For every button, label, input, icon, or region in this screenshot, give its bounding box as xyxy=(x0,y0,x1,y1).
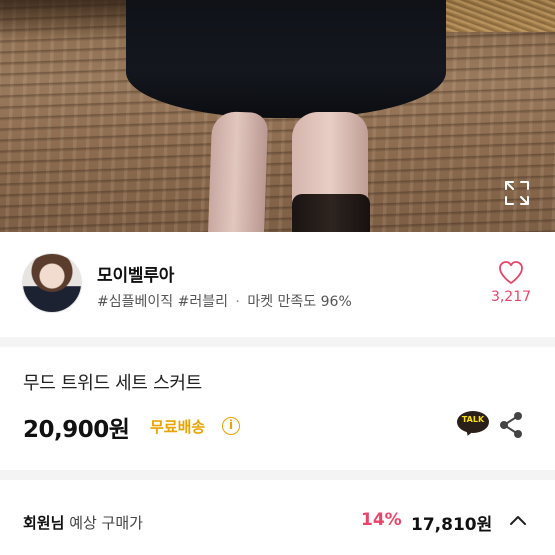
member-price: 17,810원 xyxy=(411,515,493,535)
kakao-talk-label: TALK xyxy=(461,415,485,424)
expand-icon[interactable] xyxy=(503,179,531,207)
photo-skirt xyxy=(126,0,446,118)
like-count: 3,217 xyxy=(490,289,532,305)
product-photo[interactable] xyxy=(0,0,555,232)
tag-separator: · xyxy=(235,294,240,310)
market-satisfaction: 마켓 만족도 96% xyxy=(247,294,352,310)
expected-price-text: 예상 구매가 xyxy=(69,514,143,532)
seller-avatar[interactable] xyxy=(22,253,82,313)
heart-icon[interactable] xyxy=(497,259,525,285)
section-divider xyxy=(0,337,555,347)
photo-boot xyxy=(292,194,370,232)
seller-tag-1[interactable]: #심플베이직 xyxy=(97,294,173,310)
share-icon[interactable] xyxy=(498,411,524,439)
photo-leg-left xyxy=(207,111,269,232)
product-price: 20,900원 xyxy=(23,417,130,443)
chevron-up-icon[interactable] xyxy=(508,513,528,527)
info-icon[interactable]: i xyxy=(222,417,240,435)
free-shipping-label: 무료배송 xyxy=(150,418,206,436)
photo-straw-texture xyxy=(435,0,555,32)
discount-rate: 14% xyxy=(361,510,402,530)
member-expected-price-label: 회원님 예상 구매가 xyxy=(23,512,143,533)
seller-name[interactable]: 모이벨루아 xyxy=(97,261,174,286)
product-title: 무드 트위드 세트 스커트 xyxy=(23,373,202,394)
section-divider-2 xyxy=(0,470,555,480)
member-word: 회원님 xyxy=(23,514,65,532)
seller-tags: #심플베이직 #러블리 · 마켓 만족도 96% xyxy=(97,291,352,311)
kakao-talk-button[interactable]: TALK xyxy=(457,411,489,438)
seller-tag-2[interactable]: #러블리 xyxy=(178,294,228,310)
